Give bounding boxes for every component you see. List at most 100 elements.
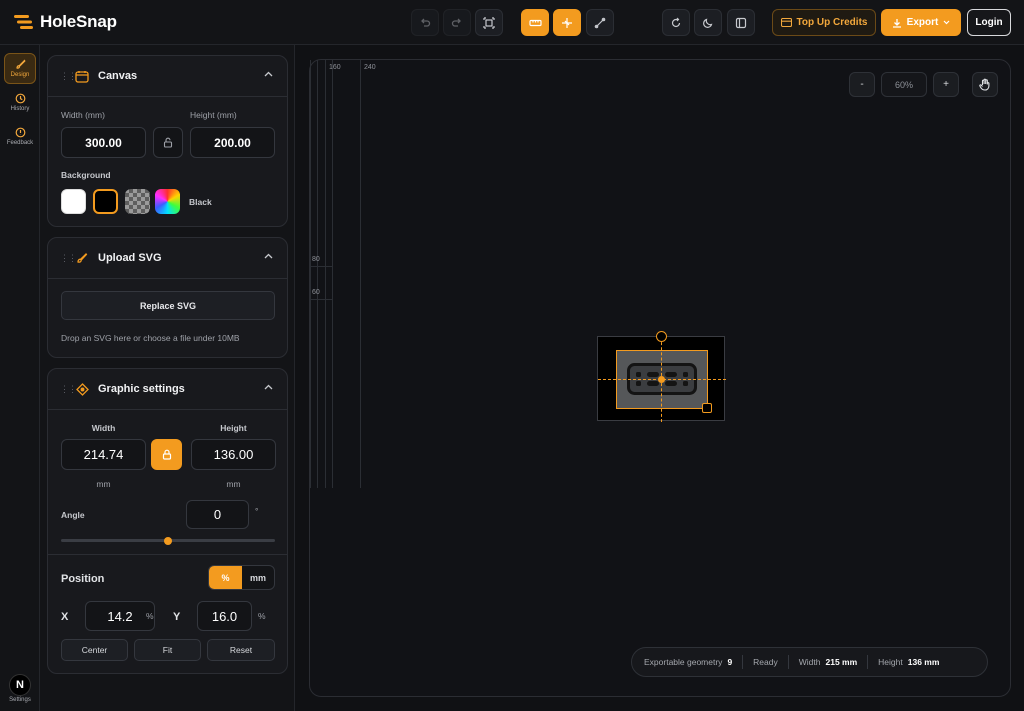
panel-toggle-button[interactable] xyxy=(727,9,755,36)
ruler-label: 240 xyxy=(364,64,376,71)
drag-handle-icon[interactable]: ⋮⋮ xyxy=(60,71,77,82)
resize-handle[interactable] xyxy=(702,403,712,413)
rail-item-history[interactable]: History xyxy=(4,87,36,118)
rail-item-design[interactable]: Design xyxy=(4,53,36,84)
x-position-input[interactable]: 14.2 xyxy=(85,601,155,631)
theme-toggle-button[interactable] xyxy=(694,9,722,36)
angle-input[interactable]: 0 xyxy=(186,500,249,529)
reset-button[interactable]: Reset xyxy=(207,639,275,661)
fit-selection-button[interactable] xyxy=(475,9,503,36)
unit-mm-option[interactable]: mm xyxy=(242,566,274,589)
ruler-line xyxy=(310,60,311,488)
measure-icon xyxy=(594,17,606,28)
center-button[interactable]: Center xyxy=(61,639,128,661)
ruler-tick xyxy=(310,299,332,300)
graphic-height-input[interactable]: 136.00 xyxy=(191,439,276,470)
zoom-out-button[interactable]: - xyxy=(849,72,875,97)
rail-label-settings: Settings xyxy=(9,697,31,703)
pivot-point[interactable] xyxy=(658,376,665,383)
divider xyxy=(48,554,287,555)
canvas-card-header[interactable]: ⋮⋮ Canvas xyxy=(48,56,287,97)
angle-slider-thumb[interactable] xyxy=(164,536,172,545)
rail-label-design: Design xyxy=(10,72,30,78)
export-label: Export xyxy=(906,17,939,28)
top-up-credits-button[interactable]: Top Up Credits xyxy=(772,9,876,36)
x-label: X xyxy=(61,611,69,623)
status-height-value: 136 mm xyxy=(907,657,940,667)
canvas-card-title: Canvas xyxy=(98,70,138,82)
zoom-in-button[interactable]: + xyxy=(933,72,959,97)
background-swatch-white[interactable] xyxy=(61,189,86,214)
rail-label-feedback: Feedback xyxy=(6,140,34,146)
angle-label: Angle xyxy=(61,510,85,520)
download-icon xyxy=(892,18,901,28)
nav-rail: Design History Feedback N Settings xyxy=(0,45,40,711)
background-swatch-custom[interactable] xyxy=(155,189,180,214)
y-unit: % xyxy=(258,611,266,621)
upload-svg-card-header[interactable]: ⋮⋮ Upload SVG xyxy=(48,238,287,279)
measure-button[interactable] xyxy=(586,9,614,36)
ruler-line xyxy=(360,60,361,488)
canvas-width-input[interactable]: 300.00 xyxy=(61,127,146,158)
graphic-settings-card-header[interactable]: ⋮⋮ Graphic settings xyxy=(48,369,287,410)
pan-tool-button[interactable] xyxy=(972,72,998,97)
geometry-count: 9 xyxy=(727,657,733,667)
brush-icon xyxy=(15,59,26,69)
app-logo[interactable]: HoleSnap xyxy=(14,12,117,32)
lock-icon xyxy=(162,449,171,460)
rail-item-feedback[interactable]: Feedback xyxy=(4,121,36,152)
replace-svg-button[interactable]: Replace SVG xyxy=(61,291,275,320)
graphic-width-input[interactable]: 214.74 xyxy=(61,439,146,470)
guides-toggle-button[interactable] xyxy=(553,9,581,36)
ruler-toggle-button[interactable] xyxy=(521,9,549,36)
avatar: N xyxy=(9,674,31,696)
y-position-input[interactable]: 16.0 xyxy=(197,601,252,631)
upload-hint: Drop an SVG here or choose a file under … xyxy=(61,333,240,343)
artboard[interactable] xyxy=(597,331,726,422)
graphic-settings-card: ⋮⋮ Graphic settings Width Height 214.74 … xyxy=(47,368,288,674)
graphic-width-unit: mm xyxy=(96,479,111,489)
background-selected-label: Black xyxy=(189,197,212,207)
graphic-height-unit: mm xyxy=(226,479,241,489)
drag-handle-icon[interactable]: ⋮⋮ xyxy=(60,253,77,264)
chevron-up-icon[interactable] xyxy=(264,384,273,390)
refresh-button[interactable] xyxy=(662,9,690,36)
background-swatch-transparent[interactable] xyxy=(125,189,150,214)
fit-button[interactable]: Fit xyxy=(134,639,201,661)
canvas-viewport[interactable]: 160 240 80 60 - 60% + Exportable geometr… xyxy=(309,59,1011,697)
export-button[interactable]: Export xyxy=(881,9,961,36)
background-label: Background xyxy=(61,170,111,180)
graphic-height-label: Height xyxy=(220,423,247,433)
graphic-width-label: Width xyxy=(91,423,116,433)
logo-icon xyxy=(14,15,33,29)
login-button[interactable]: Login xyxy=(967,9,1011,36)
canvas-height-input[interactable]: 200.00 xyxy=(190,127,275,158)
rotate-handle[interactable] xyxy=(656,331,667,342)
upload-svg-card-title: Upload SVG xyxy=(98,252,162,264)
undo-button[interactable] xyxy=(411,9,439,36)
chevron-up-icon[interactable] xyxy=(264,71,273,77)
status-state: Ready xyxy=(753,657,778,667)
drag-handle-icon[interactable]: ⋮⋮ xyxy=(60,384,77,395)
ruler-line xyxy=(317,60,318,488)
moon-icon xyxy=(703,18,713,28)
redo-button[interactable] xyxy=(443,9,471,36)
unit-percent-option[interactable]: % xyxy=(209,566,242,589)
graphic-aspect-lock-button[interactable] xyxy=(151,439,182,470)
ruler-label: 160 xyxy=(329,64,341,71)
aspect-lock-button[interactable] xyxy=(153,127,183,158)
app-header: HoleSnap Top Up Credits Export Login xyxy=(0,0,1024,45)
pen-icon xyxy=(74,250,90,266)
canvas-icon xyxy=(74,68,90,84)
credit-card-icon xyxy=(780,18,792,27)
background-swatch-black[interactable] xyxy=(93,189,118,214)
clock-icon xyxy=(15,93,25,104)
unlock-icon xyxy=(163,137,173,148)
angle-slider-track[interactable] xyxy=(61,536,275,545)
rail-item-settings[interactable]: N Settings xyxy=(4,674,36,704)
ruler-icon xyxy=(528,19,542,26)
frame-select-icon xyxy=(483,16,495,29)
chevron-up-icon[interactable] xyxy=(264,253,273,259)
upload-svg-card: ⋮⋮ Upload SVG Replace SVG Drop an SVG he… xyxy=(47,237,288,358)
status-width-label: Width xyxy=(798,657,821,667)
